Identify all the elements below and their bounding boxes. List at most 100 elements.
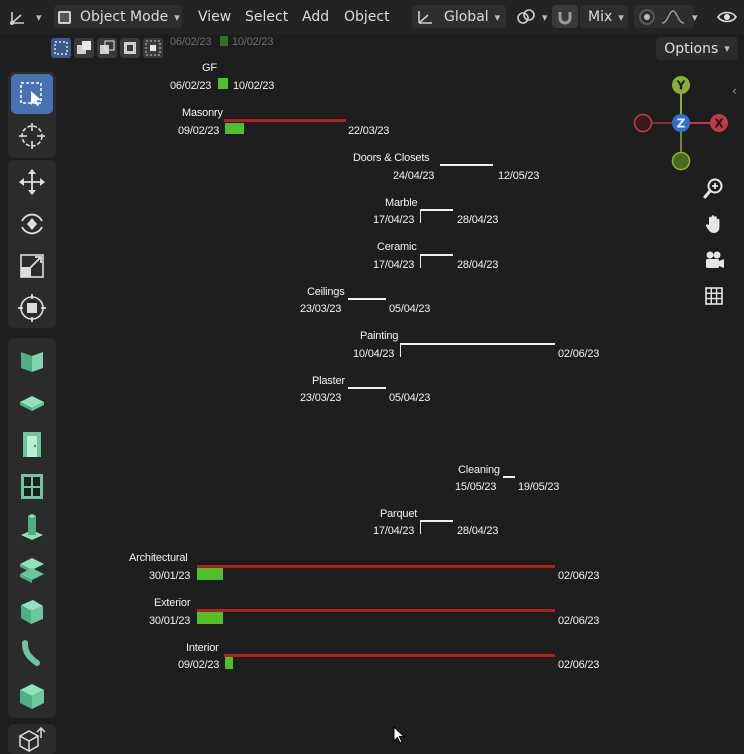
pan-button[interactable] (700, 210, 728, 238)
task-start-date: 17/04/23 (373, 525, 415, 537)
select-intersect-button[interactable] (143, 38, 163, 58)
task-duration-bar[interactable] (197, 565, 555, 568)
zoom-button[interactable] (700, 174, 728, 202)
transform-orientation-content: Global ▾ (416, 0, 500, 34)
task-name: Plaster (312, 375, 345, 387)
task-duration-bar[interactable] (348, 298, 386, 300)
cursor-icon (19, 123, 45, 149)
task-start-date: 30/01/23 (149, 570, 191, 582)
task-end-date: 02/06/23 (558, 348, 600, 360)
task-start-tick (420, 209, 421, 223)
hand-icon (705, 215, 720, 233)
stack-tool[interactable] (11, 550, 53, 590)
proportional-edit-icon (639, 9, 655, 25)
select-extend-button[interactable] (74, 38, 94, 58)
task-duration-bar[interactable] (503, 476, 515, 478)
sidebar-toggle-arrow[interactable]: ‹ (732, 84, 737, 98)
transform-icon (18, 294, 46, 322)
neg-y-axis-handle[interactable] (671, 151, 691, 171)
bim-book-tool[interactable] (11, 340, 53, 380)
task-start-date: 15/05/23 (455, 481, 497, 493)
task-name: Parquet (380, 508, 418, 520)
stack-icon (20, 558, 44, 583)
object-mode-icon (58, 10, 71, 24)
menu-object[interactable]: Object (344, 0, 390, 34)
task-progress-bar[interactable] (218, 78, 228, 89)
visibility-button[interactable] (716, 0, 738, 34)
select-subtract-button[interactable] (97, 38, 117, 58)
task-name: Cleaning (458, 464, 500, 476)
task-name: Interior (186, 642, 219, 654)
door-tool[interactable] (11, 424, 53, 464)
scale-tool[interactable] (11, 246, 53, 286)
chevron-down-icon: ▾ (174, 10, 180, 24)
ortho-toggle-button[interactable] (700, 282, 728, 310)
camera-view-button[interactable] (700, 246, 728, 274)
task-progress-bar[interactable] (225, 123, 244, 134)
task-name: Ceilings (307, 286, 345, 298)
task-duration-bar[interactable] (420, 520, 453, 522)
z-axis-label: Z (677, 117, 686, 131)
task-progress-bar[interactable] (225, 657, 233, 669)
task-end-date: 28/04/23 (457, 525, 499, 537)
task-end-date: 10/02/23 (233, 80, 275, 92)
mode-label: Object Mode (80, 9, 169, 25)
snap-target-button[interactable]: ▾ (516, 0, 548, 34)
menu-add[interactable]: Add (302, 0, 329, 34)
task-progress-bar[interactable] (197, 568, 223, 580)
task-duration-bar[interactable] (348, 387, 386, 389)
scale-icon (20, 254, 44, 278)
task-start-date: 09/02/23 (178, 125, 220, 137)
window-tool[interactable] (11, 466, 53, 506)
move-tool[interactable] (11, 162, 53, 202)
task-start-tick (420, 254, 421, 268)
column-icon (21, 514, 43, 540)
camera-icon (706, 251, 724, 268)
transform-tool[interactable] (11, 288, 53, 328)
task-progress-bar[interactable] (197, 612, 223, 624)
task-duration-bar[interactable] (440, 164, 493, 166)
beam-icon (21, 600, 43, 624)
task-duration-bar[interactable] (420, 209, 453, 211)
rotate-icon (21, 213, 43, 235)
slab-tool[interactable] (11, 382, 53, 422)
pipe-tool[interactable] (11, 634, 53, 674)
toolbar-bim-group (8, 338, 56, 718)
task-start-date: 09/02/23 (178, 659, 220, 671)
mode-dropdown-content: Object Mode ▾ (58, 0, 180, 34)
task-duration-bar[interactable] (197, 609, 555, 612)
task-end-date: 22/03/23 (348, 125, 390, 137)
select-box-tool[interactable] (11, 74, 53, 114)
task-duration-bar[interactable] (224, 119, 346, 122)
add-cube-tool[interactable] (11, 724, 53, 754)
select-new-button[interactable] (51, 38, 71, 58)
beam-tool[interactable] (11, 592, 53, 632)
column-tool[interactable] (11, 508, 53, 548)
task-duration-bar[interactable] (420, 254, 453, 256)
task-end-date: 28/04/23 (457, 214, 499, 226)
rotate-tool[interactable] (11, 204, 53, 244)
proportional-content: Mix ▾ (588, 0, 624, 34)
task-name: Painting (360, 330, 399, 342)
task-start-date: 06/02/23 (170, 80, 212, 92)
task-end-date: 05/04/23 (389, 303, 431, 315)
cube-icon (20, 684, 44, 709)
menu-view[interactable]: View (198, 0, 231, 34)
cube-tool[interactable] (11, 676, 53, 716)
chevron-down-icon: ▾ (36, 10, 42, 24)
select-invert-button[interactable] (120, 38, 140, 58)
task-name: Ceramic (377, 241, 417, 253)
proportional-edit-content: ▾ (638, 0, 698, 34)
task-end-date: 02/06/23 (558, 659, 600, 671)
task-end-date: 02/06/23 (558, 570, 600, 582)
menu-select[interactable]: Select (245, 0, 288, 34)
task-duration-bar[interactable] (400, 343, 555, 345)
cursor-tool[interactable] (11, 116, 53, 156)
options-dropdown[interactable]: Options ▾ (656, 37, 738, 60)
link-icon (517, 9, 535, 24)
task-duration-bar[interactable] (224, 654, 555, 657)
neg-x-axis-handle[interactable] (633, 113, 653, 133)
slab-icon (20, 396, 44, 411)
editor-type-button[interactable]: ▾ (8, 0, 42, 34)
navigation-gizmo[interactable]: Y X Z (628, 72, 738, 182)
